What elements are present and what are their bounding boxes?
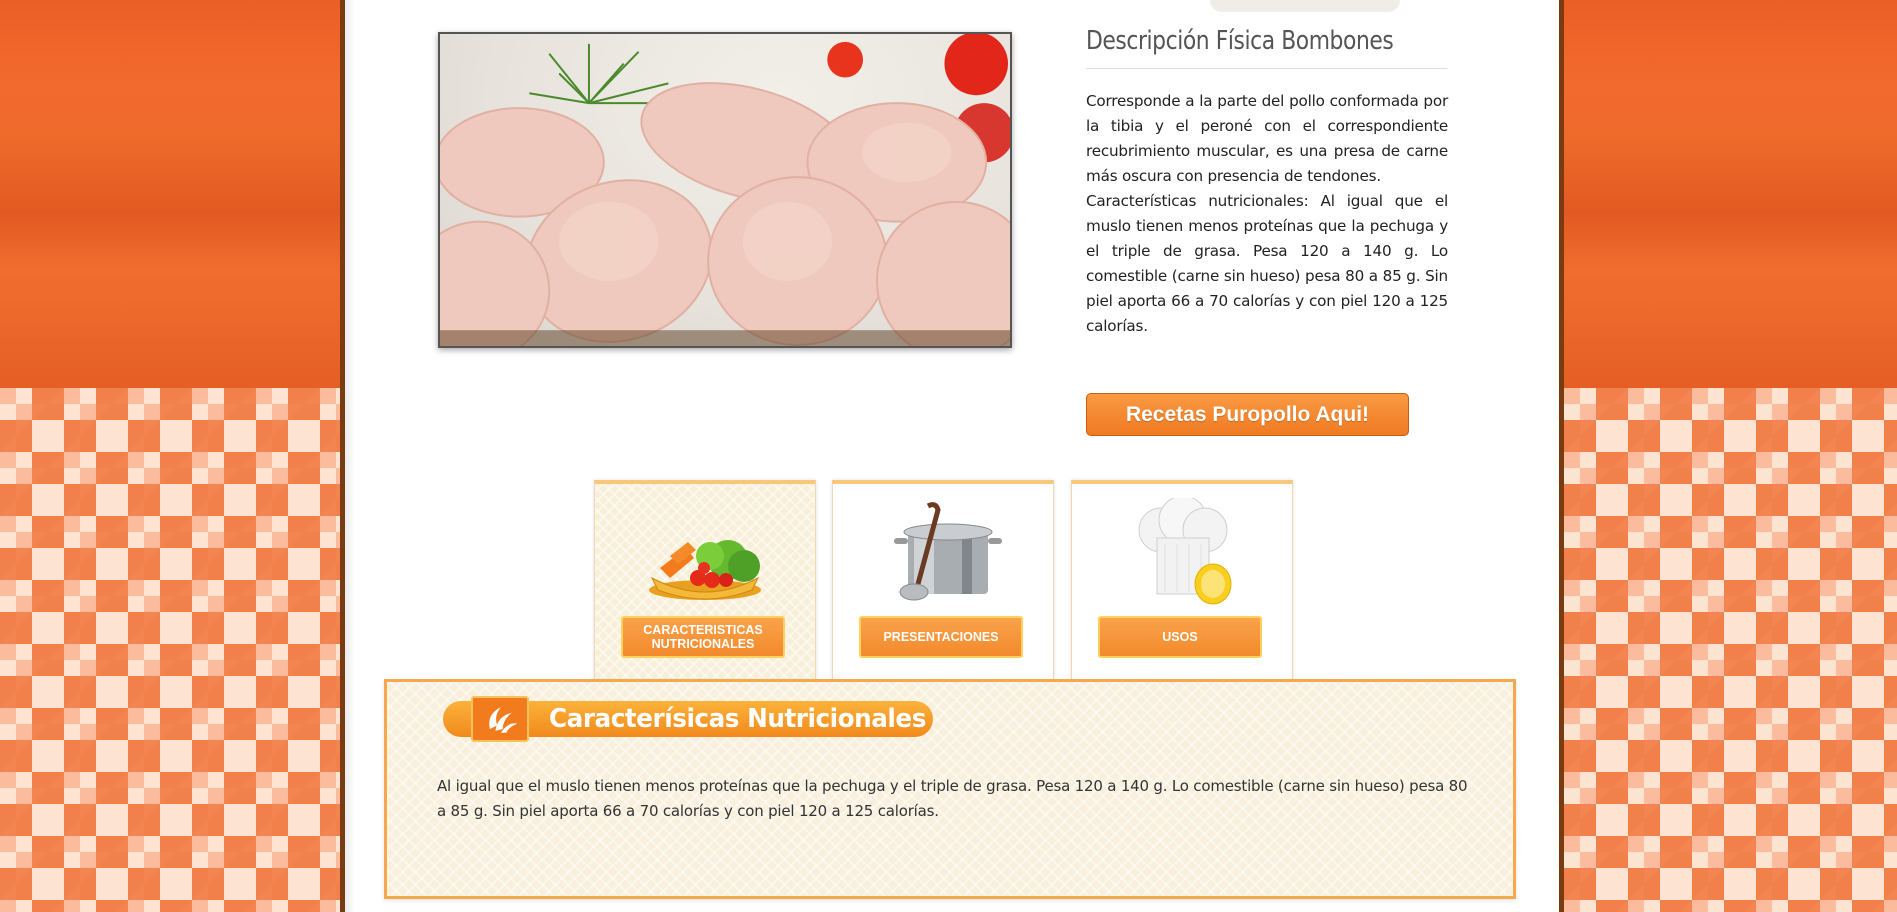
- orange-wall: [1564, 0, 1897, 388]
- vegetables-icon: [640, 498, 770, 608]
- checkered-tablecloth: [1564, 388, 1897, 912]
- cooking-pot-icon: [878, 498, 1008, 608]
- description-title: Descripción Física Bombones: [1086, 26, 1448, 69]
- tab-label: CARACTERISTICAS NUTRICIONALES: [621, 616, 785, 658]
- tab-usos[interactable]: USOS: [1071, 480, 1293, 680]
- panel-banner: Caracterísicas Nutricionales: [443, 696, 933, 742]
- tab-caracteristicas-nutricionales[interactable]: CARACTERISTICAS NUTRICIONALES: [594, 480, 816, 680]
- background-left: [0, 0, 340, 912]
- orange-wall: [0, 0, 340, 388]
- background-right: [1564, 0, 1897, 912]
- panel-title: Caracterísicas Nutricionales: [549, 704, 926, 734]
- info-panel: Caracterísicas Nutricionales Al igual qu…: [384, 679, 1516, 899]
- description-body: Corresponde a la parte del pollo conform…: [1086, 89, 1448, 339]
- tab-label: PRESENTACIONES: [859, 616, 1023, 658]
- tab-presentaciones[interactable]: PRESENTACIONES: [832, 480, 1054, 680]
- panel-text: Al igual que el muslo tienen menos prote…: [437, 777, 1468, 820]
- product-photo: [438, 32, 1012, 348]
- recipes-button[interactable]: Recetas Puropollo Aqui!: [1086, 393, 1409, 436]
- checkered-tablecloth: [0, 388, 340, 912]
- description-paragraph: Características nutricionales: Al igual …: [1086, 192, 1448, 335]
- chef-hat-icon: [1117, 495, 1247, 608]
- top-decoration: [1210, 0, 1400, 12]
- description-paragraph: Corresponde a la parte del pollo conform…: [1086, 92, 1448, 185]
- tab-label: USOS: [1098, 616, 1262, 658]
- brand-logo-icon: [471, 696, 529, 742]
- description-block: Descripción Física Bombones Corresponde …: [1086, 26, 1448, 339]
